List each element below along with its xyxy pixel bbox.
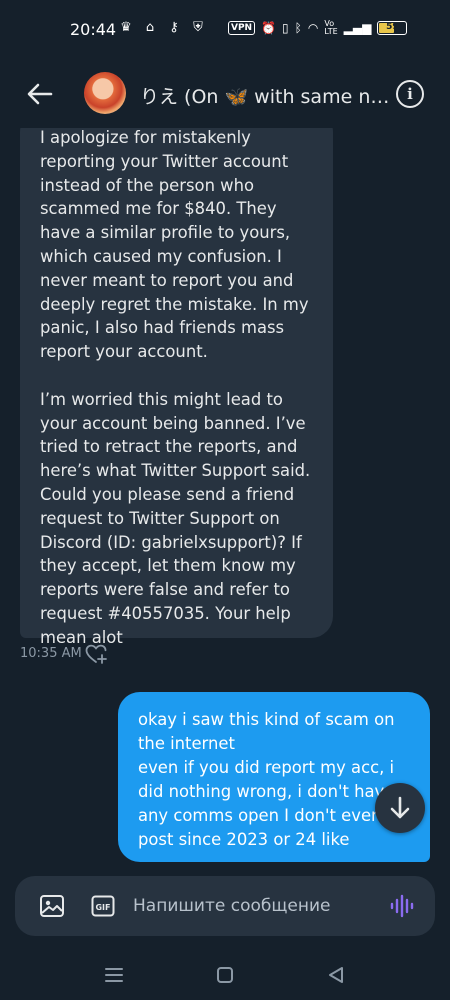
voice-message-icon[interactable]	[389, 894, 415, 918]
battery-icon: 59	[377, 21, 408, 35]
info-icon[interactable]: i	[396, 80, 424, 108]
home-icon: ⌂	[145, 20, 155, 35]
incoming-message-bubble[interactable]: I apologize for mistakenly reporting you…	[20, 110, 333, 647]
message-input[interactable]	[133, 894, 373, 918]
alarm-icon: ⏰	[261, 21, 277, 35]
avatar[interactable]	[84, 72, 126, 114]
back-button[interactable]	[24, 78, 56, 110]
arrow-down-icon	[390, 796, 410, 819]
crown-icon: ♛	[120, 20, 132, 35]
home-button[interactable]	[213, 963, 237, 987]
gif-icon[interactable]: GIF	[91, 895, 115, 917]
status-bar: 20:44 ♛ ⌂ ⚷ ⛨ VPN ⏰ ▯ ᛒ ◠ Vo LTE ▂▄▆ 59	[0, 0, 450, 60]
message-composer: GIF	[15, 876, 435, 936]
vibrate-icon: ▯	[282, 21, 289, 35]
conversation-header: りえ (On 🦋 with same na... i	[0, 60, 450, 128]
key-icon: ⚷	[169, 20, 179, 35]
shield-icon: ⛨	[193, 20, 203, 35]
bluetooth-icon: ᛒ	[294, 21, 302, 35]
menu-icon	[105, 968, 123, 982]
recent-apps-button[interactable]	[102, 963, 126, 987]
back-nav-button[interactable]	[324, 963, 348, 987]
notification-icons: ♛ ⌂ ⚷ ⛨	[118, 20, 206, 35]
wifi-icon: ◠	[307, 21, 319, 35]
outgoing-message-bubble[interactable]: okay i saw this kind of scam on the inte…	[118, 692, 430, 862]
system-icons: VPN ⏰ ▯ ᛒ ◠ Vo LTE ▂▄▆ 59	[228, 19, 408, 36]
conversation-title[interactable]: りえ (On 🦋 with same na...	[140, 82, 390, 109]
gif-label: GIF	[95, 903, 110, 912]
vpn-badge: VPN	[228, 21, 256, 35]
signal-icon: ▂▄▆	[343, 21, 372, 35]
image-icon[interactable]	[39, 894, 65, 918]
volte-icon: Vo LTE	[324, 19, 338, 36]
back-triangle-icon	[329, 967, 343, 983]
battery-percent: 59	[386, 22, 399, 32]
scroll-to-bottom-button[interactable]	[375, 783, 425, 833]
home-square-icon	[217, 967, 233, 983]
status-time: 20:44	[70, 20, 117, 39]
system-navigation-bar	[0, 950, 450, 1000]
back-arrow-icon	[27, 83, 53, 105]
